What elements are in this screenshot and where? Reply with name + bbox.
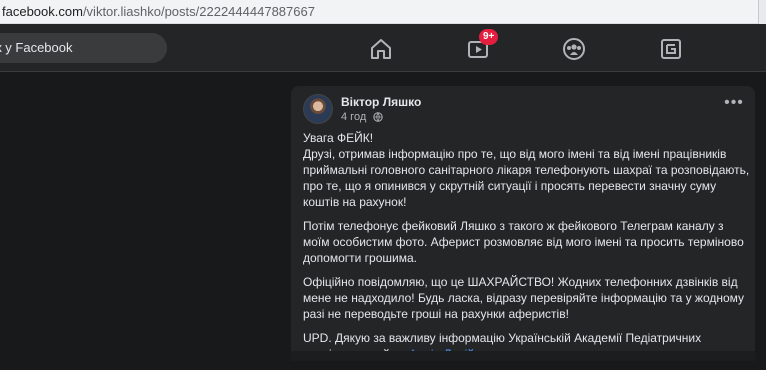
- url-domain: facebook.com: [2, 4, 83, 19]
- post-card: Віктор Ляшко 4 год ••• Увага ФЕЙК! Друзі…: [291, 86, 755, 361]
- watch-notification-badge: 9+: [479, 29, 499, 45]
- home-icon[interactable]: [368, 36, 394, 62]
- globe-icon: [373, 112, 383, 122]
- facebook-top-bar: к у Facebook: [0, 24, 766, 72]
- post-body: Увага ФЕЙК! Друзі, отримав інформацію пр…: [303, 130, 749, 370]
- text-line: разі не переводьте гроші на рахунки афер…: [303, 307, 569, 321]
- post-paragraph: Потім телефонує фейковий Ляшко з такого …: [303, 218, 749, 266]
- text-line: моїм особистим фото. Аферист розмовляє в…: [303, 235, 744, 249]
- text-line: Друзі, отримав інформацію про те, що від…: [303, 147, 727, 161]
- text-line: допомогти грошима.: [303, 251, 417, 265]
- post-paragraph: Офіційно повідомляю, що це ШАХРАЙСТВО! Ж…: [303, 274, 749, 322]
- groups-icon[interactable]: [561, 36, 587, 62]
- gaming-icon[interactable]: [658, 36, 684, 62]
- text-line: Потім телефонує фейковий Ляшко з такого …: [303, 219, 724, 233]
- text-line: приймальні головного санітарного лікаря …: [303, 163, 750, 177]
- text-line: Увага ФЕЙК!: [303, 131, 374, 145]
- more-options-icon[interactable]: •••: [723, 95, 745, 118]
- post-author[interactable]: Віктор Ляшко: [341, 95, 421, 109]
- address-bar-edge: [758, 0, 766, 24]
- post-paragraph: Увага ФЕЙК! Друзі, отримав інформацію пр…: [303, 130, 749, 210]
- text-line: коштів на рахунок!: [303, 195, 407, 209]
- post-time[interactable]: 4 год: [341, 111, 366, 123]
- text-line: мене не надходило! Будь ласка, відразу п…: [303, 291, 745, 305]
- text-line: Офіційно повідомляю, що це ШАХРАЙСТВО! Ж…: [303, 275, 738, 289]
- browser-address-bar[interactable]: facebook.com/viktor.liashko/posts/222244…: [0, 0, 766, 24]
- search-placeholder: к у Facebook: [0, 40, 73, 55]
- author-avatar[interactable]: [303, 94, 333, 124]
- url-path: /viktor.liashko/posts/2222444447887667: [82, 4, 315, 19]
- text-line: UPD. Дякую за важливу інформацію Українс…: [303, 331, 702, 345]
- url-text[interactable]: facebook.com/viktor.liashko/posts/222244…: [2, 4, 315, 19]
- search-input[interactable]: к у Facebook: [0, 33, 167, 63]
- text-line: про те, що я опинився у скрутній ситуаці…: [303, 179, 717, 193]
- post-footer-edge: [291, 351, 755, 361]
